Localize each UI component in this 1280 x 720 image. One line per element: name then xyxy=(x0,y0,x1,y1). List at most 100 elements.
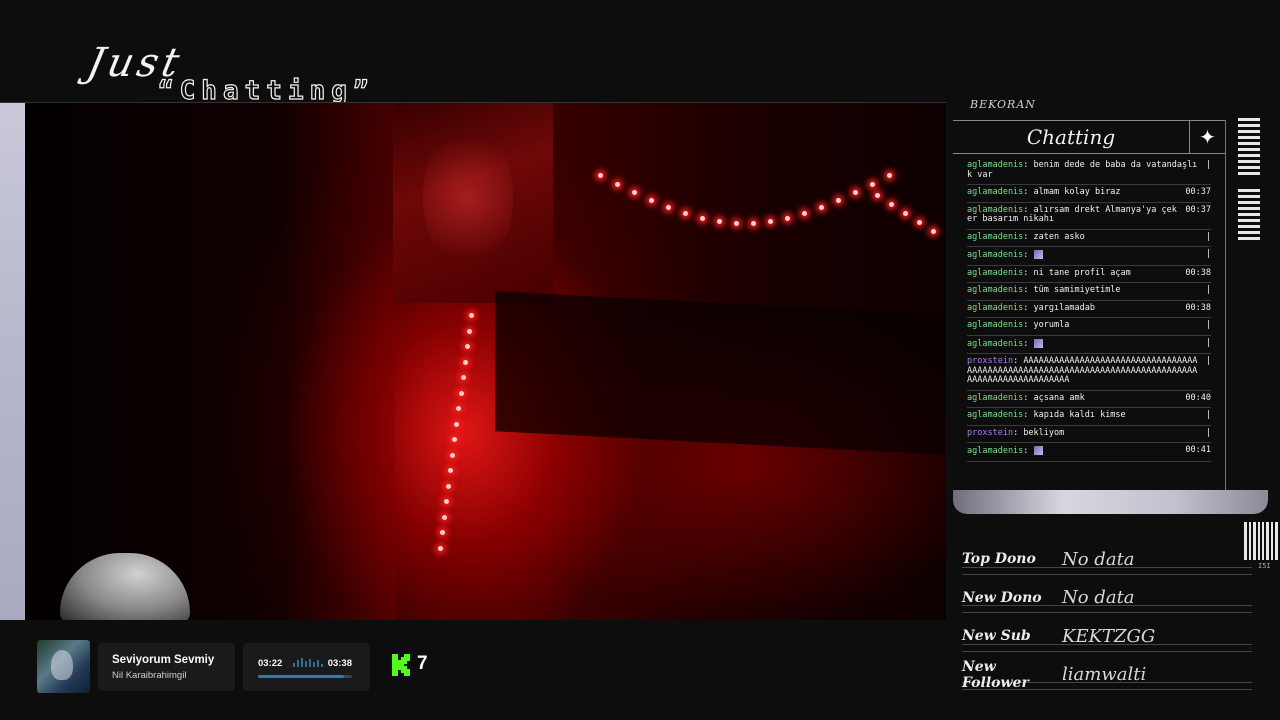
chat-username[interactable]: proxstein xyxy=(967,356,1013,366)
equalizer-icon xyxy=(293,658,323,667)
chat-timestamp: | xyxy=(1205,320,1211,330)
chat-message-body: aglamadenis: almam kolay biraz xyxy=(967,187,1121,197)
event-row: Top Dono No data xyxy=(962,540,1252,579)
chat-username[interactable]: aglamadenis xyxy=(967,320,1023,330)
chat-message-body: aglamadenis: tüm samimiyetimle xyxy=(967,285,1121,295)
chat-username[interactable]: aglamadenis xyxy=(967,187,1023,197)
chat-message: aglamadenis: açsana amk 00:40 xyxy=(967,391,1211,408)
current-time: 03:22 xyxy=(258,658,283,669)
chat-message-body: aglamadenis: açsana amk xyxy=(967,392,1085,403)
chat-timestamp: | xyxy=(1205,337,1211,348)
barcode-label: I5I xyxy=(1258,562,1271,570)
led-light xyxy=(469,313,474,318)
led-light xyxy=(437,545,443,551)
led-light xyxy=(917,220,922,225)
progress-bar[interactable] xyxy=(258,675,352,678)
emote-icon xyxy=(1033,446,1043,455)
chat-timestamp: 00:38 xyxy=(1185,267,1211,278)
chat-username[interactable]: aglamadenis xyxy=(967,250,1023,260)
chat-message: aglamadenis: ni tane profil açam 00:38 xyxy=(967,266,1211,283)
chat-message-body: proxstein: bekliyom xyxy=(967,427,1065,438)
led-light xyxy=(700,215,705,221)
chat-message-body: aglamadenis: xyxy=(967,338,1206,350)
chat-text: yargılamadab xyxy=(1033,302,1095,313)
chat-username[interactable]: aglamadenis xyxy=(967,205,1023,215)
chat-username[interactable]: aglamadenis xyxy=(967,446,1023,456)
wall-poster-dark xyxy=(495,291,945,455)
stream-events: Top Dono No data New Dono No data New Sub KEK… xyxy=(962,540,1252,694)
chat-timestamp: | xyxy=(1205,285,1211,295)
chat-message-list[interactable]: aglamadenis: benim dede de baba da vatan… xyxy=(953,154,1225,462)
chat-timestamp: 00:41 xyxy=(1185,445,1211,455)
chat-message-body: aglamadenis: ni tane profil açam xyxy=(967,267,1131,278)
led-light xyxy=(666,205,671,211)
emote-icon xyxy=(1033,250,1043,259)
chat-message-body: aglamadenis: xyxy=(967,250,1206,261)
chat-text: bekliyom xyxy=(1023,427,1065,438)
chat-message: aglamadenis: kapıda kaldı kimse | xyxy=(967,408,1211,426)
chat-message: aglamadenis: zaten asko | xyxy=(967,230,1211,247)
led-light xyxy=(450,452,456,458)
led-light xyxy=(464,344,470,349)
chat-username[interactable]: aglamadenis xyxy=(967,410,1023,420)
chat-message: aglamadenis: alırsam drekt Almanya'ya çe… xyxy=(967,203,1211,230)
chat-username[interactable]: aglamadenis xyxy=(967,160,1023,170)
chat-username[interactable]: aglamadenis xyxy=(967,303,1023,313)
led-light xyxy=(632,190,637,196)
progress-fill xyxy=(258,675,345,678)
chat-timestamp: | xyxy=(1205,231,1211,242)
chat-message: aglamadenis: almam kolay biraz 00:37 xyxy=(967,185,1211,203)
event-label: New Dono xyxy=(962,589,1042,606)
viewer-count: 7 xyxy=(417,653,428,674)
event-label: Top Dono xyxy=(962,551,1036,568)
chat-timestamp: | xyxy=(1205,160,1211,170)
led-light xyxy=(452,437,458,442)
led-light xyxy=(448,468,453,473)
event-row: New Dono No data xyxy=(962,579,1252,618)
led-light xyxy=(683,211,688,217)
chat-message-body: aglamadenis: zaten asko xyxy=(967,231,1085,242)
led-light xyxy=(445,483,451,489)
event-label: New Sub xyxy=(962,628,1031,645)
chat-username[interactable]: aglamadenis xyxy=(967,268,1023,278)
chat-text: açsana amk xyxy=(1033,392,1085,403)
chat-username[interactable]: aglamadenis xyxy=(967,232,1023,242)
chat-text: zaten asko xyxy=(1033,231,1085,242)
chat-panel: Chatting ✦ aglamadenis: benim dede de ba… xyxy=(953,120,1226,490)
chat-title: Chatting xyxy=(1026,125,1116,149)
led-light xyxy=(462,359,468,365)
chat-username[interactable]: aglamadenis xyxy=(967,285,1023,295)
chat-message: aglamadenis: yargılamadab 00:38 xyxy=(967,301,1211,318)
event-row: New Follower liamwalti xyxy=(962,656,1252,695)
led-light xyxy=(903,211,908,216)
chat-panel-footer xyxy=(953,490,1268,514)
chat-username[interactable]: aglamadenis xyxy=(967,393,1023,403)
led-light xyxy=(598,173,603,178)
chat-message-body: aglamadenis: yorumla xyxy=(967,320,1070,330)
chat-timestamp: | xyxy=(1205,249,1211,259)
led-light xyxy=(734,220,739,226)
chat-message-body: aglamadenis: xyxy=(967,446,1185,457)
chat-message: aglamadenis: benim dede de baba da vatan… xyxy=(967,158,1211,185)
song-artist: Nil Karaibrahimgil xyxy=(112,670,187,681)
led-light xyxy=(887,173,892,178)
chat-username[interactable]: aglamadenis xyxy=(967,339,1023,349)
chat-message: aglamadenis: tüm samimiyetimle | xyxy=(967,283,1211,301)
led-light xyxy=(454,421,460,427)
led-light xyxy=(889,202,894,207)
chat-message-body: aglamadenis: benim dede de baba da vatan… xyxy=(967,160,1198,180)
led-light xyxy=(466,328,472,334)
led-light xyxy=(768,219,773,225)
wall-shadow xyxy=(285,103,395,620)
channel-brand: BEKORAN xyxy=(970,98,1036,111)
led-light xyxy=(649,198,654,204)
wall-poster xyxy=(393,103,553,303)
chat-timestamp: 00:37 xyxy=(1185,187,1211,197)
led-light xyxy=(931,229,936,234)
led-light xyxy=(785,215,790,221)
chat-username[interactable]: proxstein xyxy=(967,428,1013,438)
chat-message: aglamadenis: yorumla | xyxy=(967,318,1211,336)
led-light xyxy=(870,181,875,187)
chat-message: aglamadenis: | xyxy=(967,336,1211,354)
webcam-feed xyxy=(0,102,946,620)
